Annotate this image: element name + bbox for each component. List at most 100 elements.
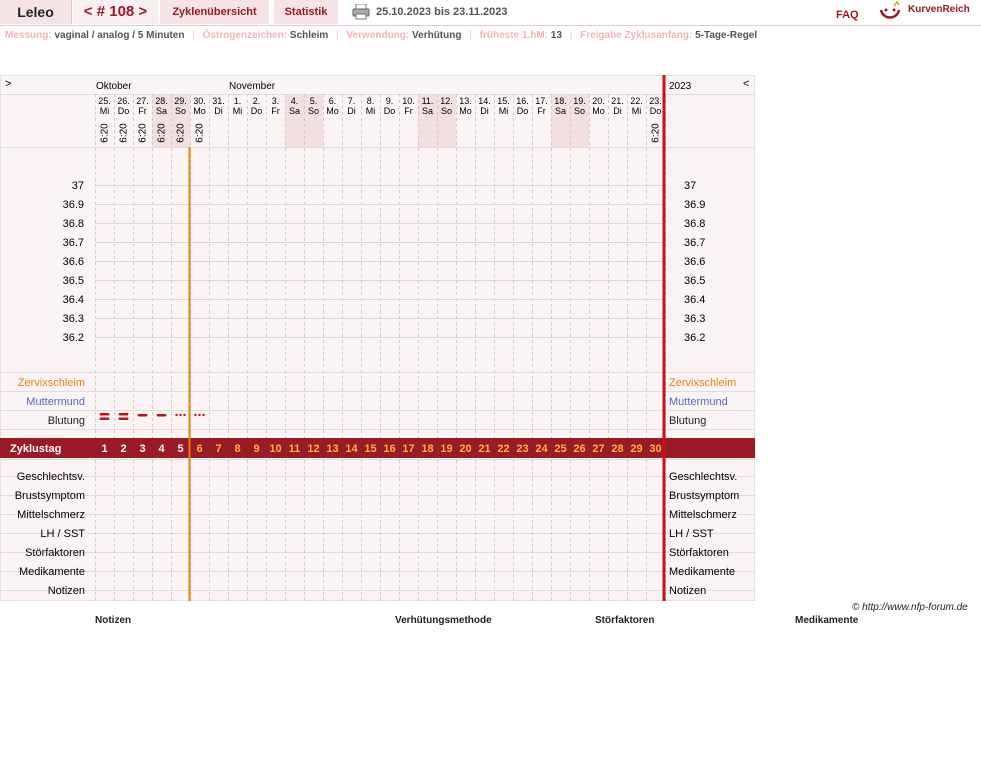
- day-weekday: Do: [517, 106, 529, 116]
- day-date: 19.: [573, 96, 586, 106]
- measure-time: 6:20: [100, 123, 111, 143]
- cycle-day-number: 12: [307, 443, 319, 455]
- row-label-left: Mittelschmerz: [17, 509, 85, 521]
- separator: |: [336, 30, 339, 41]
- info-label-verwendung: Verwendung:: [346, 30, 410, 41]
- cycle-day-number: 13: [326, 443, 338, 455]
- row-label-right: Muttermund: [669, 396, 728, 408]
- user-name: Leleo: [0, 0, 72, 24]
- info-label-messung: Messung:: [5, 30, 52, 41]
- day-weekday: Mo: [459, 106, 472, 116]
- day-date: 6.: [329, 96, 337, 106]
- day-date: 11.: [422, 96, 434, 106]
- row-label-left: Medikamente: [19, 566, 85, 578]
- cycle-day-number: 1: [101, 443, 107, 455]
- day-weekday: Mo: [326, 106, 339, 116]
- day-date: 28.: [155, 96, 168, 106]
- day-weekday: Fr: [138, 106, 147, 116]
- day-date: 14.: [478, 96, 491, 106]
- day-weekday: Fr: [271, 106, 280, 116]
- bleeding-light-mark: [183, 413, 186, 417]
- day-date: 16.: [516, 96, 529, 106]
- day-weekday: Di: [480, 106, 489, 116]
- footer-label-notizen: Notizen: [95, 615, 132, 626]
- day-date: 26.: [117, 96, 130, 106]
- footer-label-medikamente: Medikamente: [795, 615, 859, 626]
- temperature-tick-label: 36.6: [63, 256, 84, 268]
- temperature-tick-label-right: 36.7: [684, 237, 705, 249]
- bleeding-strong-mark: [118, 417, 129, 420]
- measure-time: 6:20: [119, 123, 130, 143]
- row-label-left: Brustsymptom: [15, 490, 85, 502]
- cycle-day-number: 27: [592, 443, 604, 455]
- bleeding-light-mark: [198, 413, 201, 417]
- footer-label-verhuetungsmethode: Verhütungsmethode: [395, 615, 492, 626]
- nav-next-arrow[interactable]: <: [743, 78, 749, 90]
- bleeding-light-mark: [202, 413, 205, 417]
- day-weekday: Sa: [555, 106, 566, 116]
- cycle-day-number: 29: [630, 443, 642, 455]
- cycle-day-number: 25: [554, 443, 566, 455]
- cycle-day-number: 3: [139, 443, 145, 455]
- day-weekday: So: [574, 106, 585, 116]
- row-label-left: LH / SST: [40, 528, 85, 540]
- nav-prev-arrow[interactable]: >: [5, 78, 11, 90]
- day-weekday: Mo: [193, 106, 206, 116]
- measure-time: 6:20: [138, 123, 149, 143]
- cycle-day-number: 18: [421, 443, 433, 455]
- temperature-tick-label-right: 36.4: [684, 294, 705, 306]
- info-label-freigabe: Freigabe Zyklusanfang:: [580, 30, 693, 41]
- cycle-day-number: 9: [253, 443, 259, 455]
- temperature-tick-label-right: 36.6: [684, 256, 705, 268]
- temperature-tick-label-right: 36.2: [684, 332, 705, 344]
- kurvenreich-logo-icon[interactable]: [879, 1, 901, 21]
- day-weekday: Mo: [592, 106, 605, 116]
- cycle-navigator[interactable]: < # 108 >: [73, 0, 158, 24]
- cycle-day-number: 4: [158, 443, 165, 455]
- cycle-day-number: 20: [459, 443, 471, 455]
- cycle-day-number: 16: [383, 443, 395, 455]
- day-date: 12.: [440, 96, 453, 106]
- temperature-tick-label-right: 37: [684, 180, 696, 192]
- tab-statistik[interactable]: Statistik: [274, 0, 338, 24]
- row-label-left: Störfaktoren: [25, 547, 85, 559]
- bleeding-light-mark: [179, 413, 182, 417]
- measure-time: 6:20: [176, 123, 187, 143]
- faq-link[interactable]: FAQ: [836, 3, 859, 27]
- info-value-freigabe: 5-Tage-Regel: [695, 30, 758, 41]
- cycle-day-number: 30: [649, 443, 661, 455]
- day-weekday: So: [441, 106, 452, 116]
- day-date: 4.: [291, 96, 299, 106]
- info-label-oestrogen: Östrogenzeichen:: [202, 30, 288, 41]
- day-weekday: Di: [347, 106, 356, 116]
- day-date: 31.: [212, 96, 225, 106]
- row-label-right: Brustsymptom: [669, 490, 739, 502]
- day-weekday: So: [308, 106, 319, 116]
- measure-time: 6:20: [651, 123, 662, 143]
- day-weekday: Sa: [156, 106, 167, 116]
- day-date: 25.: [98, 96, 111, 106]
- cycle-info-bar: Messung: vaginal / analog / 5 Minuten | …: [5, 30, 757, 41]
- cycle-day-number: 21: [478, 443, 490, 455]
- temperature-tick-label: 36.9: [63, 199, 84, 211]
- day-date: 18.: [554, 96, 567, 106]
- day-date: 8.: [367, 96, 375, 106]
- row-label-right: Mittelschmerz: [669, 509, 737, 521]
- cycle-day-row-label: Zyklustag: [10, 443, 61, 455]
- cycle-day-number: 2: [120, 443, 126, 455]
- cycle-day-number: 14: [345, 443, 358, 455]
- day-date: 5.: [310, 96, 318, 106]
- cycle-day-number: 8: [234, 443, 240, 455]
- temperature-tick-label: 36.8: [63, 218, 84, 230]
- day-date: 23.: [649, 96, 662, 106]
- brand-name[interactable]: KurvenReich: [908, 0, 970, 20]
- temperature-tick-label-right: 36.5: [684, 275, 705, 287]
- day-date: 27.: [136, 96, 149, 106]
- temperature-tick-label: 36.4: [63, 294, 84, 306]
- copyright: © http://www.nfp-forum.de: [852, 602, 968, 613]
- row-label-left: Zervixschleim: [18, 377, 85, 389]
- day-weekday: Do: [650, 106, 662, 116]
- day-weekday: Mi: [366, 106, 376, 116]
- printer-icon[interactable]: [352, 4, 370, 20]
- tab-zyklenuebersicht[interactable]: Zyklenübersicht: [160, 0, 269, 24]
